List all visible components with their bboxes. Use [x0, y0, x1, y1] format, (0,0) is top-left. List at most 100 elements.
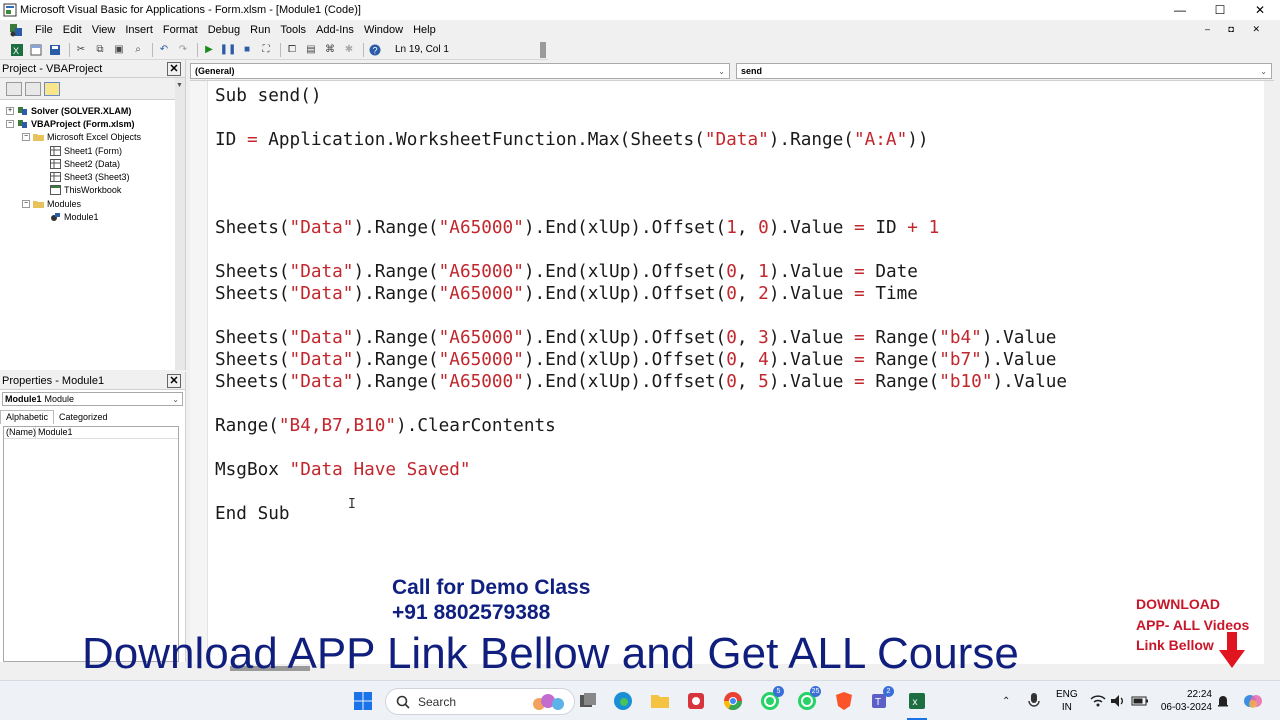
notification-bell-icon[interactable]	[1216, 691, 1230, 711]
windows-start-icon[interactable]	[353, 691, 373, 711]
break-icon[interactable]: ❚❚	[220, 43, 237, 57]
close-button[interactable]: ✕	[1240, 0, 1280, 20]
object-combo[interactable]: (General) ⌄	[190, 63, 730, 79]
collapse-icon[interactable]: −	[22, 133, 30, 142]
property-row[interactable]: (Name) Module1	[4, 427, 178, 439]
copilot-icon[interactable]	[1242, 691, 1264, 711]
menu-insert[interactable]: Insert	[120, 24, 158, 36]
menu-help[interactable]: Help	[408, 24, 441, 36]
tree-item-module1[interactable]: Module1	[0, 210, 185, 223]
tray-overflow-icon[interactable]: ⌃	[1002, 681, 1010, 720]
menu-add-ins[interactable]: Add-Ins	[311, 24, 359, 36]
wifi-icon[interactable]	[1090, 691, 1106, 711]
code-editor[interactable]: Sub send() ID = Application.WorksheetFunc…	[190, 80, 1274, 664]
menu-file[interactable]: File	[30, 24, 58, 36]
toggle-folders-button[interactable]	[44, 81, 60, 96]
close-icon[interactable]: ✕	[167, 61, 181, 76]
code-line[interactable]: Range("B4,B7,B10").ClearContents	[215, 415, 1067, 437]
object-browser-icon[interactable]: ⌘	[323, 43, 337, 57]
code-line[interactable]: End Sub	[215, 503, 1067, 525]
code-line[interactable]: Sheets("Data").Range("A65000").End(xlUp)…	[215, 327, 1067, 349]
menu-view[interactable]: View	[87, 24, 121, 36]
property-value[interactable]: Module1	[36, 427, 73, 438]
code-line[interactable]	[215, 437, 1067, 459]
chrome-icon[interactable]	[723, 691, 743, 711]
menu-window[interactable]: Window	[359, 24, 408, 36]
excel-icon[interactable]: x	[907, 691, 927, 711]
code-line[interactable]: Sheets("Data").Range("A65000").End(xlUp)…	[215, 217, 1067, 239]
save-icon[interactable]	[48, 43, 62, 57]
code-line[interactable]	[215, 195, 1067, 217]
code-line[interactable]: ID = Application.WorksheetFunction.Max(S…	[215, 129, 1067, 151]
code-vertical-scrollbar[interactable]	[1264, 81, 1274, 664]
vbe-menu-icon[interactable]	[8, 22, 24, 38]
brave-icon[interactable]	[834, 691, 854, 711]
help-icon[interactable]: ?	[368, 43, 382, 57]
menu-run[interactable]: Run	[245, 24, 275, 36]
paste-icon[interactable]: ▣	[112, 43, 126, 57]
code-line[interactable]	[215, 107, 1067, 129]
view-code-button[interactable]	[6, 81, 22, 96]
tree-item-solver[interactable]: + Solver (SOLVER.XLAM)	[0, 104, 185, 117]
expand-icon[interactable]: +	[6, 106, 14, 115]
volume-icon[interactable]	[1110, 691, 1126, 711]
tab-alphabetic[interactable]: Alphabetic	[0, 410, 55, 424]
menu-tools[interactable]: Tools	[275, 24, 311, 36]
redo-icon[interactable]: ↷	[176, 43, 190, 57]
project-scrollbar[interactable]: ▼	[175, 78, 185, 370]
menu-format[interactable]: Format	[158, 24, 203, 36]
code-line[interactable]	[215, 305, 1067, 327]
procedure-combo[interactable]: send ⌄	[736, 63, 1272, 79]
menu-debug[interactable]: Debug	[203, 24, 245, 36]
battery-icon[interactable]	[1131, 691, 1149, 711]
undo-icon[interactable]: ↶	[157, 43, 171, 57]
properties-window-icon[interactable]: ▤	[304, 43, 318, 57]
insert-module-icon[interactable]	[29, 43, 43, 57]
project-explorer-icon[interactable]: ⧠	[285, 43, 299, 57]
find-icon[interactable]: ⌕	[131, 43, 145, 57]
object-select[interactable]: Module1 Module ⌄	[2, 392, 183, 406]
code-margin[interactable]	[190, 81, 208, 664]
toolbox-icon[interactable]: ✱	[342, 43, 356, 57]
design-mode-icon[interactable]: ⛶	[259, 43, 273, 57]
chevron-down-icon[interactable]: ⌄	[1260, 67, 1267, 76]
view-object-button[interactable]	[25, 81, 41, 96]
code-line[interactable]	[215, 173, 1067, 195]
mdi-window-controls[interactable]: – ◘ ✕	[1205, 24, 1268, 35]
edge-icon[interactable]	[613, 691, 633, 711]
code-line[interactable]	[215, 239, 1067, 261]
code-line[interactable]: Sub send()	[215, 85, 1067, 107]
scroll-down-icon[interactable]: ▼	[176, 82, 183, 89]
cut-icon[interactable]: ✂	[74, 43, 88, 57]
clock[interactable]: 22:24 06-03-2024	[1160, 688, 1212, 714]
close-icon[interactable]: ✕	[167, 373, 181, 388]
language-indicator[interactable]: ENG IN	[1056, 688, 1078, 714]
collapse-icon[interactable]: −	[6, 119, 14, 128]
chevron-down-icon[interactable]: ⌄	[172, 395, 179, 404]
code-line[interactable]	[215, 151, 1067, 173]
code-line[interactable]	[215, 481, 1067, 503]
tree-item-modules[interactable]: − Modules	[0, 197, 185, 210]
code-line[interactable]: Sheets("Data").Range("A65000").End(xlUp)…	[215, 261, 1067, 283]
run-icon[interactable]: ▶	[202, 43, 216, 57]
reset-icon[interactable]: ■	[240, 43, 254, 57]
tree-item-thisworkbook[interactable]: ThisWorkbook	[0, 184, 185, 197]
tree-item-sheet3[interactable]: Sheet3 (Sheet3)	[0, 170, 185, 183]
app-icon[interactable]	[686, 691, 706, 711]
code-line[interactable]	[215, 393, 1067, 415]
excel-view-icon[interactable]: X	[10, 43, 24, 57]
chevron-down-icon[interactable]: ⌄	[718, 67, 725, 76]
collapse-icon[interactable]: −	[22, 199, 30, 208]
menu-edit[interactable]: Edit	[58, 24, 87, 36]
tree-item-sheet1[interactable]: Sheet1 (Form)	[0, 144, 185, 157]
file-explorer-icon[interactable]	[650, 691, 670, 711]
tree-item-excel-objects[interactable]: − Microsoft Excel Objects	[0, 131, 185, 144]
code-text[interactable]: Sub send() ID = Application.WorksheetFunc…	[215, 85, 1067, 525]
task-view-icon[interactable]	[578, 691, 598, 711]
taskbar-search[interactable]: Search	[385, 688, 575, 715]
tab-categorized[interactable]: Categorized	[54, 411, 113, 424]
code-line[interactable]: Sheets("Data").Range("A65000").End(xlUp)…	[215, 371, 1067, 393]
microphone-icon[interactable]	[1027, 691, 1041, 711]
tree-item-vbaproject[interactable]: − VBAProject (Form.xlsm)	[0, 117, 185, 130]
code-line[interactable]: MsgBox "Data Have Saved"	[215, 459, 1067, 481]
